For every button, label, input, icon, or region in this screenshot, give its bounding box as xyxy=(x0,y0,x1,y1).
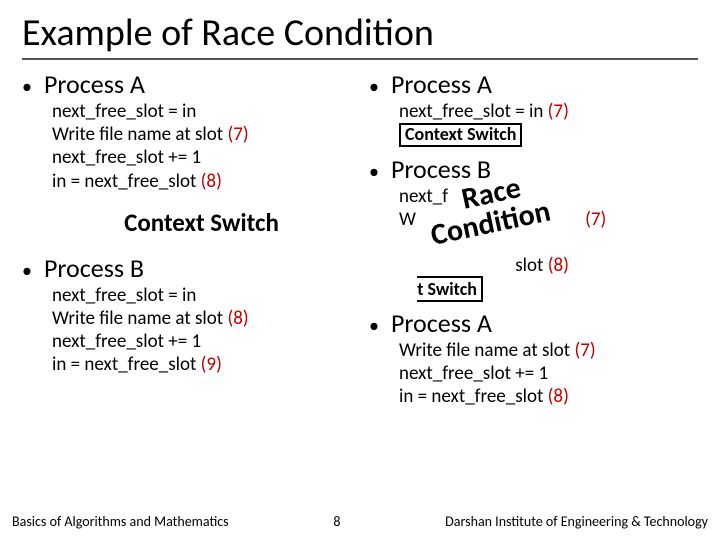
bullet-heading: • Process B xyxy=(369,153,698,185)
right-column: • Process A next_free_slot = in (7) Cont… xyxy=(369,68,698,414)
heading-text: Process A xyxy=(391,307,492,339)
slot-number: (7) xyxy=(585,208,606,231)
code-line: next_free_slot += 1 xyxy=(52,146,351,169)
bullet-heading: • Process A xyxy=(369,307,698,339)
slide-title: Example of Race Condition xyxy=(22,10,698,60)
footer-page-number: 8 xyxy=(229,513,446,530)
slot-number: (7) xyxy=(548,100,569,123)
slot-number: (8) xyxy=(548,254,569,277)
slot-number: (8) xyxy=(201,170,222,193)
code-line-partial: in = next_free_slot (8) xyxy=(399,254,698,277)
bullet-heading: • Process A xyxy=(22,68,351,100)
slot-number: (9) xyxy=(201,353,222,376)
bullet-heading: • Process A xyxy=(369,68,698,100)
code-line: in = next_free_slot (8) xyxy=(52,170,351,193)
left-column: • Process A next_free_slot = in Write fi… xyxy=(22,68,351,414)
bullet-heading: • Process B xyxy=(22,252,351,284)
code-body: next_free_slot = in (7) Context Switch xyxy=(399,100,698,147)
right-process-a-bottom: • Process A Write file name at slot (7) … xyxy=(369,307,698,409)
code-line: Write file name at slot (7) xyxy=(52,123,351,146)
code-line: aat Switch xyxy=(399,278,698,301)
code-line: next_free_slot = in xyxy=(52,284,351,307)
left-process-a: • Process A next_free_slot = in Write fi… xyxy=(22,68,351,193)
footer-left: Basics of Algorithms and Mathematics xyxy=(12,513,229,530)
code-body: Write file name at slot (7) next_free_sl… xyxy=(399,339,698,409)
code-line: Write file name at slot (8) xyxy=(52,307,351,330)
heading-text: Process A xyxy=(391,68,492,100)
code-body: next_f Write file name at slot t (7) nex… xyxy=(399,185,698,301)
context-switch-box-partial: t Switch xyxy=(417,276,483,302)
bullet-dot: • xyxy=(369,316,379,336)
code-body: next_free_slot = in Write file name at s… xyxy=(52,100,351,193)
bullet-dot: • xyxy=(22,77,32,97)
right-process-a-top: • Process A next_free_slot = in (7) Cont… xyxy=(369,68,698,147)
code-line: Context Switch xyxy=(399,123,698,147)
code-line: next_free_slot = in (7) xyxy=(399,100,698,123)
code-line: Write file name at slot (7) xyxy=(399,339,698,362)
code-body: next_free_slot = in Write file name at s… xyxy=(52,284,351,377)
heading-text: Process A xyxy=(44,68,145,100)
footer: Basics of Algorithms and Mathematics 8 D… xyxy=(0,513,720,530)
bullet-dot: • xyxy=(369,162,379,182)
code-line: in = next_free_slot (8) xyxy=(399,385,698,408)
slot-number: (7) xyxy=(227,123,248,146)
code-line: next_free_slot += 1 xyxy=(399,362,698,385)
code-line: next_free_slot += 1 xyxy=(52,330,351,353)
code-line-partial: Write file name at slot t (7) xyxy=(399,208,698,231)
context-switch-box: Context Switch xyxy=(399,123,522,147)
bullet-dot: • xyxy=(369,77,379,97)
slot-number: (8) xyxy=(227,307,248,330)
content-columns: • Process A next_free_slot = in Write fi… xyxy=(22,68,698,414)
context-switch-label: Context Switch xyxy=(52,207,351,238)
heading-text: Process B xyxy=(391,153,491,185)
heading-text: Process B xyxy=(44,252,144,284)
slide: Example of Race Condition • Process A ne… xyxy=(0,0,720,540)
footer-right: Darshan Institute of Engineering & Techn… xyxy=(445,513,708,530)
code-line: next_free_slot = in xyxy=(52,100,351,123)
code-line-partial: next_f xyxy=(399,185,698,208)
slot-number: (7) xyxy=(574,339,595,362)
bullet-dot: • xyxy=(22,261,32,281)
left-process-b: • Process B next_free_slot = in Write fi… xyxy=(22,252,351,377)
slot-number: (8) xyxy=(548,385,569,408)
right-process-b: • Process B next_f Write file name at sl… xyxy=(369,153,698,301)
code-line: in = next_free_slot (9) xyxy=(52,353,351,376)
